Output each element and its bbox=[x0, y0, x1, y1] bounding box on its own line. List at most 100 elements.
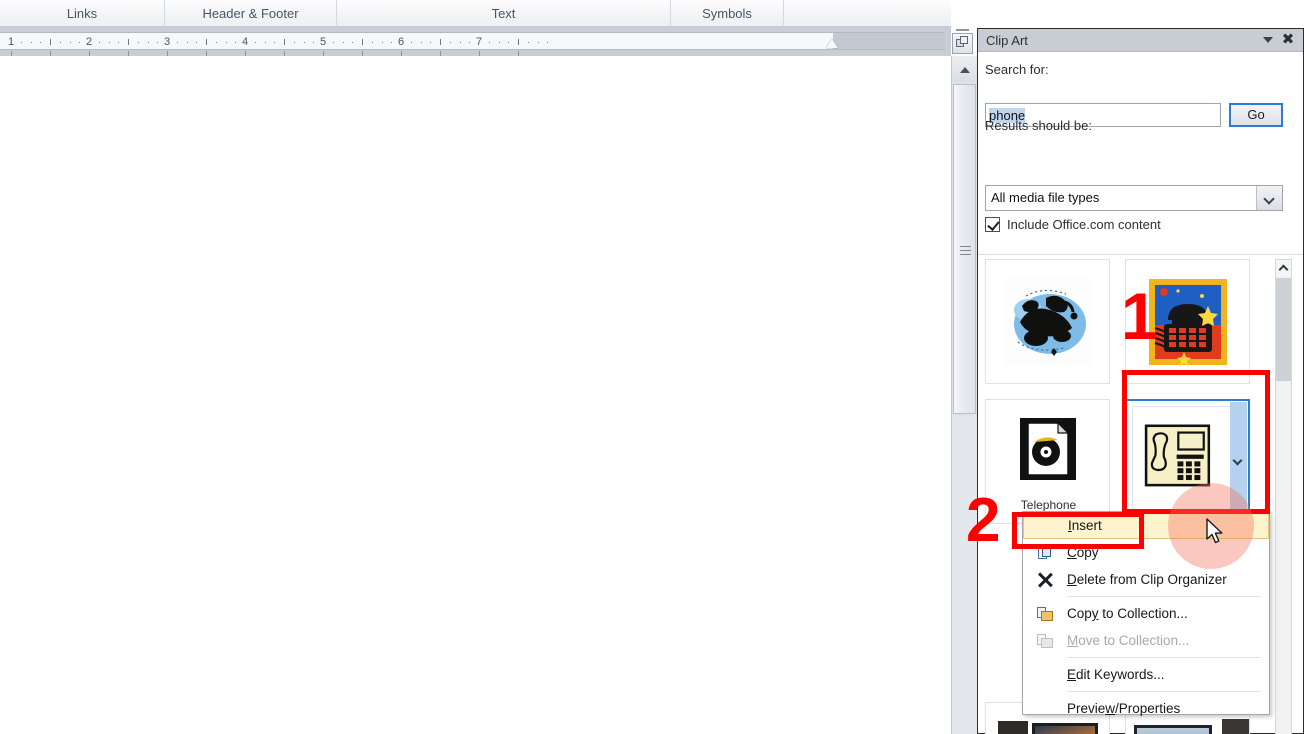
context-menu-item[interactable]: Copy to Collection... bbox=[1023, 600, 1269, 627]
delete-x-icon bbox=[1036, 571, 1054, 589]
close-icon[interactable]: ✖ bbox=[1280, 32, 1296, 48]
ruler-dot bbox=[59, 42, 61, 43]
indent-marker-icon[interactable] bbox=[826, 39, 838, 48]
ribbon-group-empty bbox=[784, 0, 951, 27]
ruler-dot bbox=[157, 42, 159, 43]
tab-stop-icon-secondary bbox=[960, 36, 968, 44]
context-menu-item[interactable]: Delete from Clip Organizer bbox=[1023, 566, 1269, 593]
annotation-step-2: 2 bbox=[966, 486, 1001, 555]
move-to-collection-icon bbox=[1036, 632, 1054, 650]
ruler-right-margin bbox=[833, 32, 945, 50]
ruler-dot bbox=[352, 42, 354, 43]
phone-photo-icon bbox=[1134, 725, 1212, 734]
context-menu-item-label: Copy to Collection... bbox=[1067, 606, 1188, 621]
ruler-number: 2 bbox=[85, 36, 93, 48]
ruler-dot bbox=[342, 42, 344, 43]
chevron-down-icon[interactable] bbox=[1263, 37, 1273, 43]
context-menu-item[interactable]: Edit Keywords... bbox=[1023, 661, 1269, 688]
annotation-step-1: 1 bbox=[1121, 279, 1158, 353]
ruler-dot bbox=[410, 42, 412, 43]
go-button[interactable]: Go bbox=[1229, 103, 1283, 127]
ribbon-group-label: Symbols bbox=[702, 6, 752, 21]
chevron-down-icon bbox=[1263, 193, 1275, 205]
results-scrollbar[interactable] bbox=[1275, 259, 1292, 734]
media-type-dropdown-button[interactable] bbox=[1256, 186, 1282, 210]
mouse-pointer-icon bbox=[1206, 518, 1223, 544]
clip-art-thumbnail[interactable] bbox=[985, 259, 1110, 384]
ruler-dot bbox=[420, 42, 422, 43]
media-type-value: All media file types bbox=[991, 190, 1100, 205]
ribbon-group-text[interactable]: Text bbox=[337, 0, 671, 27]
clip-art-caption: Telephone bbox=[1020, 498, 1077, 512]
context-menu-separator bbox=[1067, 596, 1261, 597]
tab-stop-selector-button[interactable] bbox=[952, 33, 973, 54]
ruler-dot bbox=[498, 42, 500, 43]
ribbon-group-label: Text bbox=[491, 6, 516, 21]
phones-collage-icon bbox=[1003, 277, 1092, 366]
go-button-label: Go bbox=[1247, 107, 1265, 122]
ruler-dot bbox=[391, 42, 393, 43]
scroll-up-button[interactable] bbox=[952, 56, 977, 82]
context-menu-item[interactable]: Preview/Properties bbox=[1023, 695, 1269, 722]
ruler-dot bbox=[371, 42, 373, 43]
ruler-dot bbox=[225, 42, 227, 43]
ruler-dot bbox=[176, 42, 178, 43]
ribbon-group-label: Header & Footer bbox=[202, 6, 299, 21]
ruler-dot bbox=[303, 42, 305, 43]
ruler-dot bbox=[274, 42, 276, 43]
context-menu-separator bbox=[1067, 691, 1261, 692]
ruler-tick bbox=[128, 39, 129, 45]
ruler-dot bbox=[547, 42, 549, 43]
ruler-tick bbox=[440, 39, 441, 45]
scroll-up-arrow-icon bbox=[960, 67, 970, 73]
include-office-content-label: Include Office.com content bbox=[1007, 217, 1161, 232]
ribbon-group-symbols[interactable]: Symbols bbox=[671, 0, 784, 27]
ruler-dot bbox=[293, 42, 295, 43]
ruler-dot bbox=[537, 42, 539, 43]
document-vertical-scrollbar[interactable] bbox=[951, 56, 977, 734]
ruler-tick bbox=[50, 39, 51, 45]
ruler-tick bbox=[518, 39, 519, 45]
ruler-dot bbox=[137, 42, 139, 43]
ruler-number: 1 bbox=[7, 36, 15, 48]
ribbon-group-bar: Links Header & Footer Text Symbols bbox=[0, 0, 951, 27]
results-should-be-label: Results should be: bbox=[985, 118, 1092, 133]
context-menu-item-label: Preview/Properties bbox=[1067, 701, 1181, 716]
scrollbar-thumb[interactable] bbox=[953, 84, 976, 414]
task-pane-title: Clip Art bbox=[986, 33, 1028, 48]
ruler-dot bbox=[313, 42, 315, 43]
ruler-dot bbox=[469, 42, 471, 43]
clip-art-thumbnail[interactable]: Telephone bbox=[985, 399, 1110, 524]
context-menu-item: Move to Collection... bbox=[1023, 627, 1269, 654]
ruler-dot bbox=[508, 42, 510, 43]
context-menu-item-label: Edit Keywords... bbox=[1067, 667, 1165, 682]
scrollbar-thumb[interactable] bbox=[1276, 278, 1291, 381]
context-menu-item-label: Move to Collection... bbox=[1067, 633, 1190, 648]
ruler-tick bbox=[206, 39, 207, 45]
horizontal-ruler-band: 1 2 3 4 5 6 7 bbox=[0, 27, 951, 56]
ruler-dot bbox=[40, 42, 42, 43]
ruler-dot bbox=[186, 42, 188, 43]
ribbon-group-header-footer[interactable]: Header & Footer bbox=[165, 0, 337, 27]
ruler-number: 7 bbox=[475, 36, 483, 48]
divider bbox=[978, 254, 1303, 255]
application-window: Links Header & Footer Text Symbols 1 2 3 4 5… bbox=[0, 0, 1304, 734]
ruler-dot bbox=[108, 42, 110, 43]
ruler-number: 5 bbox=[319, 36, 327, 48]
ruler-dot bbox=[527, 42, 529, 43]
ruler-number: 4 bbox=[241, 36, 249, 48]
ruler-number: 3 bbox=[163, 36, 171, 48]
scroll-up-button[interactable] bbox=[1276, 260, 1291, 277]
document-page[interactable] bbox=[0, 56, 951, 734]
horizontal-ruler[interactable]: 1 2 3 4 5 6 7 bbox=[0, 32, 833, 50]
scroll-grip-icon bbox=[960, 246, 971, 247]
include-office-content-checkbox[interactable]: Include Office.com content bbox=[985, 217, 1161, 232]
ruler-dot bbox=[264, 42, 266, 43]
scrollbar-track[interactable] bbox=[952, 416, 977, 734]
ruler-dot bbox=[430, 42, 432, 43]
media-type-select[interactable]: All media file types bbox=[985, 185, 1283, 211]
media-audio-file-icon bbox=[1019, 417, 1076, 480]
ruler-dot bbox=[381, 42, 383, 43]
chevron-up-icon bbox=[1278, 264, 1289, 275]
ribbon-group-links[interactable]: Links bbox=[0, 0, 165, 27]
